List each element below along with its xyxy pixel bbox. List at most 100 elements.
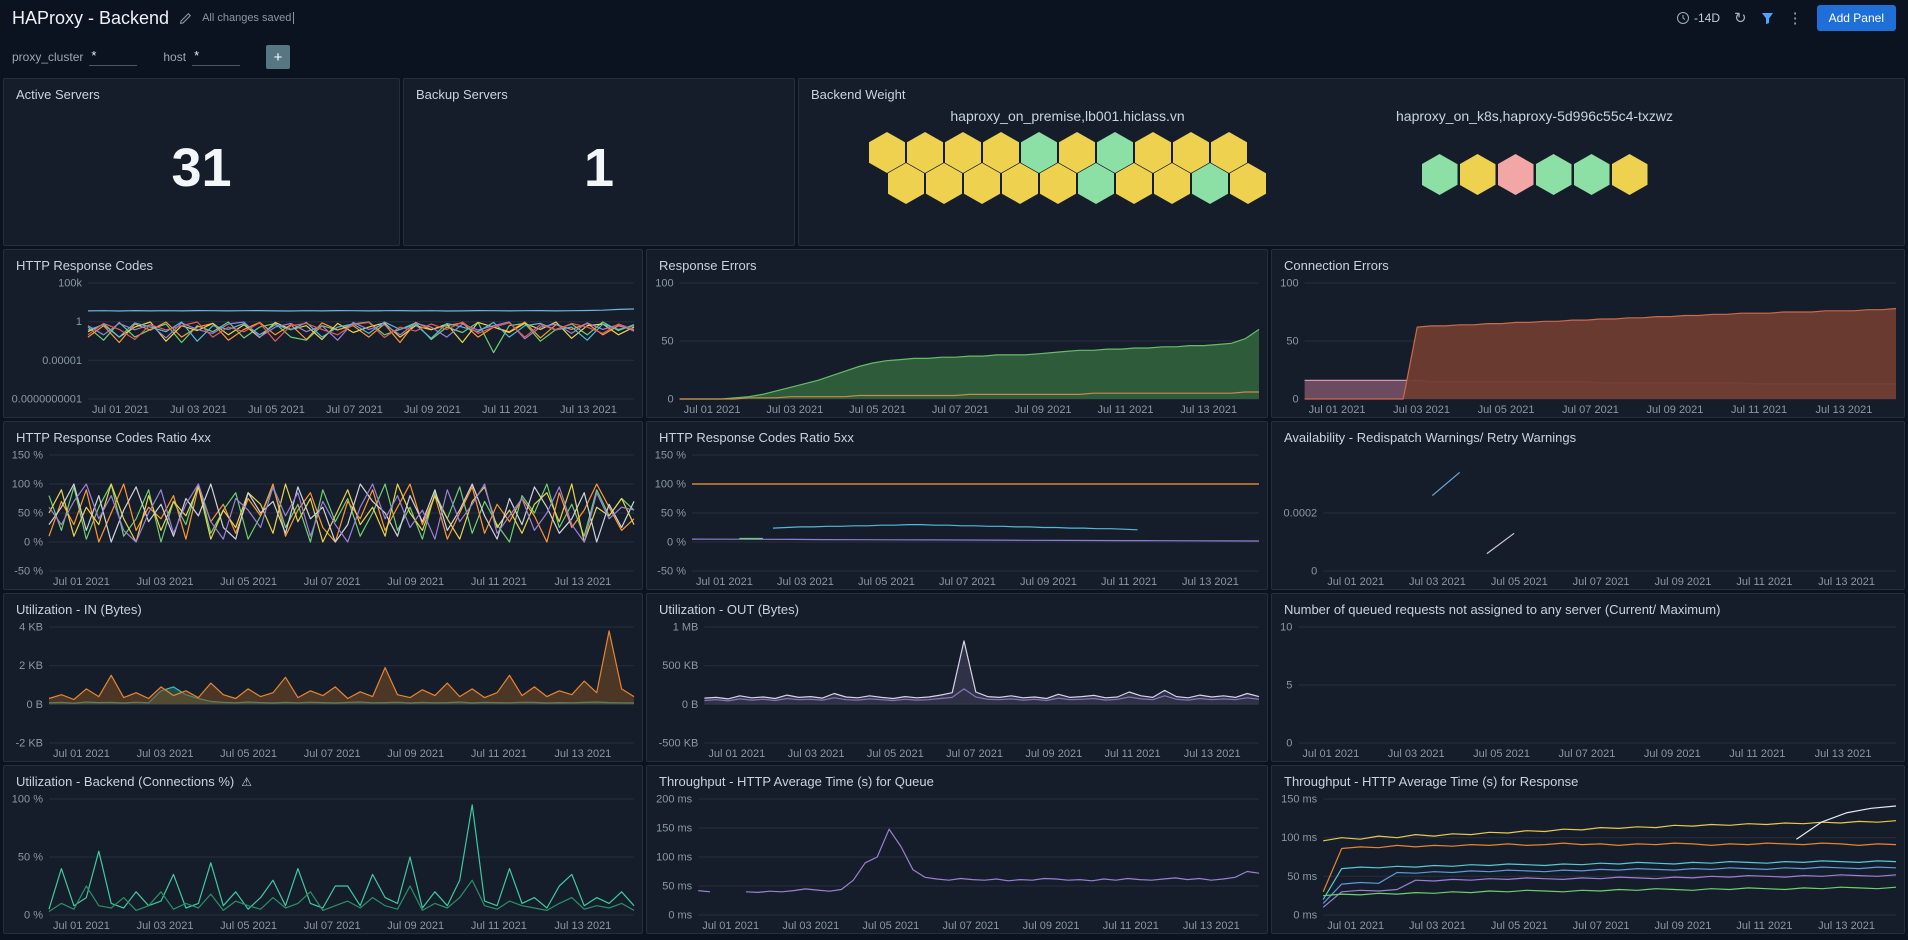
chart-availability[interactable]: 0.0002 0 Jul 01 2021 Jul 03 2021 Jul 05 2021… <box>1272 447 1904 589</box>
chart-queued-requests[interactable]: 10 5 0 Jul 01 2021 Jul 03 2021 Jul 05 2021 Jul… <box>1272 619 1904 761</box>
svg-text:Jul 11 2021: Jul 11 2021 <box>1101 576 1157 588</box>
chart-utilization-in[interactable]: 4 KB 2 KB 0 B -2 KB Jul 01 2021 Jul 03 2021 Ju… <box>4 619 642 761</box>
svg-text:Jul 05 2021: Jul 05 2021 <box>858 576 915 588</box>
svg-text:0.0002: 0.0002 <box>1284 508 1318 520</box>
panel-http-response-codes: HTTP Response Codes 100k 1 0.00001 0.000000… <box>3 249 643 418</box>
panel-title: HTTP Response Codes Ratio 5xx <box>659 430 854 445</box>
hex-group-label: haproxy_on_k8s,haproxy-5d996c55c4-txzwz <box>1396 108 1674 124</box>
svg-text:Jul 11 2021: Jul 11 2021 <box>1731 404 1787 416</box>
svg-text:-50 %: -50 % <box>14 566 43 578</box>
panel-title: Throughput - HTTP Average Time (s) for Q… <box>659 774 934 789</box>
svg-text:Jul 09 2021: Jul 09 2021 <box>1644 748 1701 760</box>
chart-response-time[interactable]: 150 ms 100 ms 50 ms 0 ms Jul 01 2021 Jul 03 2… <box>1272 791 1904 933</box>
svg-text:Jul 11 2021: Jul 11 2021 <box>1729 748 1785 760</box>
svg-text:0: 0 <box>1286 738 1292 750</box>
weight-hex[interactable] <box>1611 154 1648 195</box>
add-panel-button[interactable]: Add Panel <box>1816 5 1896 31</box>
svg-text:5: 5 <box>1286 680 1292 692</box>
svg-text:0 ms: 0 ms <box>668 910 692 922</box>
time-range-button[interactable]: -14D <box>1676 11 1720 25</box>
panel-response-time: Throughput - HTTP Average Time (s) for R… <box>1271 765 1905 934</box>
svg-text:Jul 09 2021: Jul 09 2021 <box>387 748 444 760</box>
svg-text:Jul 05 2021: Jul 05 2021 <box>867 748 924 760</box>
svg-text:Jul 13 2021: Jul 13 2021 <box>554 748 611 760</box>
svg-text:Jul 01 2021: Jul 01 2021 <box>702 920 759 932</box>
add-filter-button[interactable]: + <box>266 45 291 69</box>
panel-utilization-backend: Utilization - Backend (Connections %) ⚠ … <box>3 765 643 934</box>
svg-text:50: 50 <box>661 336 673 348</box>
svg-text:50 %: 50 % <box>18 852 43 864</box>
svg-text:0.00001: 0.00001 <box>42 355 82 367</box>
svg-text:Jul 11 2021: Jul 11 2021 <box>1097 404 1153 416</box>
svg-text:2 KB: 2 KB <box>19 660 43 672</box>
filter-icon[interactable] <box>1761 12 1774 25</box>
panel-utilization-in: Utilization - IN (Bytes) 4 KB 2 KB 0 B -2 K… <box>3 593 643 762</box>
chart-response-errors[interactable]: 100 50 0 Jul 01 2021 Jul 03 2021 Jul 05 2021 J… <box>647 275 1267 417</box>
svg-text:Jul 07 2021: Jul 07 2021 <box>1573 920 1630 932</box>
svg-text:Jul 05 2021: Jul 05 2021 <box>248 404 305 416</box>
chart-http-response-codes[interactable]: 100k 1 0.00001 0.0000000001 Jul 01 2021 Jul 0… <box>4 275 642 417</box>
backend-weight-group-k8s: haproxy_on_k8s,haproxy-5d996c55c4-txzwz <box>1396 106 1673 237</box>
chart-utilization-out[interactable]: 1 MB 500 KB 0 B -500 KB Jul 01 2021 Jul 03 20… <box>647 619 1267 761</box>
panel-ratio-5xx: HTTP Response Codes Ratio 5xx 150 % 100 %… <box>646 421 1268 590</box>
svg-text:Jul 03 2021: Jul 03 2021 <box>137 576 194 588</box>
svg-text:50 %: 50 % <box>18 508 43 520</box>
edit-icon[interactable] <box>179 12 192 25</box>
svg-text:Jul 05 2021: Jul 05 2021 <box>862 920 919 932</box>
svg-text:Jul 09 2021: Jul 09 2021 <box>1025 748 1082 760</box>
svg-text:Jul 03 2021: Jul 03 2021 <box>170 404 227 416</box>
svg-text:50 %: 50 % <box>661 508 686 520</box>
svg-text:Jul 09 2021: Jul 09 2021 <box>387 576 444 588</box>
svg-text:Jul 09 2021: Jul 09 2021 <box>1020 576 1077 588</box>
svg-text:50 ms: 50 ms <box>1287 871 1317 883</box>
svg-text:Jul 13 2021: Jul 13 2021 <box>1180 404 1237 416</box>
svg-text:Jul 05 2021: Jul 05 2021 <box>220 748 277 760</box>
svg-text:Jul 11 2021: Jul 11 2021 <box>471 920 527 932</box>
panel-title: Backend Weight <box>811 87 906 102</box>
svg-text:10: 10 <box>1280 622 1292 634</box>
panel-title: Backup Servers <box>416 87 508 102</box>
svg-text:Jul 13 2021: Jul 13 2021 <box>560 404 617 416</box>
panel-utilization-out: Utilization - OUT (Bytes) 1 MB 500 KB 0 B -… <box>646 593 1268 762</box>
svg-text:100 %: 100 % <box>12 794 43 806</box>
weight-hex[interactable] <box>1421 154 1458 195</box>
svg-text:Jul 01 2021: Jul 01 2021 <box>708 748 765 760</box>
svg-text:0 ms: 0 ms <box>1293 910 1317 922</box>
refresh-icon[interactable]: ↻ <box>1734 9 1747 27</box>
weight-hex[interactable] <box>1573 154 1610 195</box>
panel-backend-weight: Backend Weight haproxy_on_premise,lb001.… <box>798 78 1905 246</box>
svg-text:Jul 13 2021: Jul 13 2021 <box>1184 748 1241 760</box>
panel-backup-servers: Backup Servers 1 <box>403 78 795 246</box>
svg-text:Jul 03 2021: Jul 03 2021 <box>782 920 839 932</box>
filter-proxy-cluster-input[interactable] <box>89 48 138 66</box>
svg-text:200 ms: 200 ms <box>656 794 693 806</box>
kebab-menu-icon[interactable]: ⋮ <box>1788 9 1803 27</box>
chart-utilization-backend[interactable]: 100 % 50 % 0 % Jul 01 2021 Jul 03 2021 Jul 05… <box>4 791 642 933</box>
weight-hex[interactable] <box>1459 154 1496 195</box>
panel-title: Utilization - Backend (Connections %) ⚠ <box>4 766 642 791</box>
filter-host-input[interactable] <box>192 48 241 66</box>
chart-ratio-4xx[interactable]: 150 % 100 % 50 % 0 % -50 % Jul 01 2021 Jul 03 … <box>4 447 642 589</box>
svg-text:1 MB: 1 MB <box>673 622 699 634</box>
warning-icon[interactable]: ⚠ <box>241 775 252 789</box>
svg-text:Jul 05 2021: Jul 05 2021 <box>1491 576 1548 588</box>
svg-text:Jul 09 2021: Jul 09 2021 <box>404 404 461 416</box>
svg-text:50: 50 <box>1286 336 1298 348</box>
svg-text:1: 1 <box>76 316 82 328</box>
svg-text:4 KB: 4 KB <box>19 622 43 634</box>
svg-text:Jul 09 2021: Jul 09 2021 <box>1655 920 1712 932</box>
chart-ratio-5xx[interactable]: 150 % 100 % 50 % 0 % -50 % Jul 01 2021 Jul 03 … <box>647 447 1267 589</box>
svg-text:100 ms: 100 ms <box>656 852 693 864</box>
filter-proxy-cluster: proxy_cluster <box>12 48 138 66</box>
svg-text:Jul 03 2021: Jul 03 2021 <box>788 748 845 760</box>
svg-text:0 %: 0 % <box>24 537 43 549</box>
panel-queue-time: Throughput - HTTP Average Time (s) for Q… <box>646 765 1268 934</box>
chart-connection-errors[interactable]: 100 50 0 Jul 01 2021 Jul 03 2021 Jul 05 2021 J… <box>1272 275 1904 417</box>
weight-hex[interactable] <box>1497 154 1534 195</box>
chart-queue-time[interactable]: 200 ms 150 ms 100 ms 50 ms 0 ms Jul 01 2021 Ju… <box>647 791 1267 933</box>
weight-hex[interactable] <box>1535 154 1572 195</box>
svg-text:Jul 01 2021: Jul 01 2021 <box>53 920 110 932</box>
svg-text:Jul 03 2021: Jul 03 2021 <box>1393 404 1450 416</box>
svg-text:Jul 11 2021: Jul 11 2021 <box>482 404 538 416</box>
panel-title: Active Servers <box>16 87 100 102</box>
